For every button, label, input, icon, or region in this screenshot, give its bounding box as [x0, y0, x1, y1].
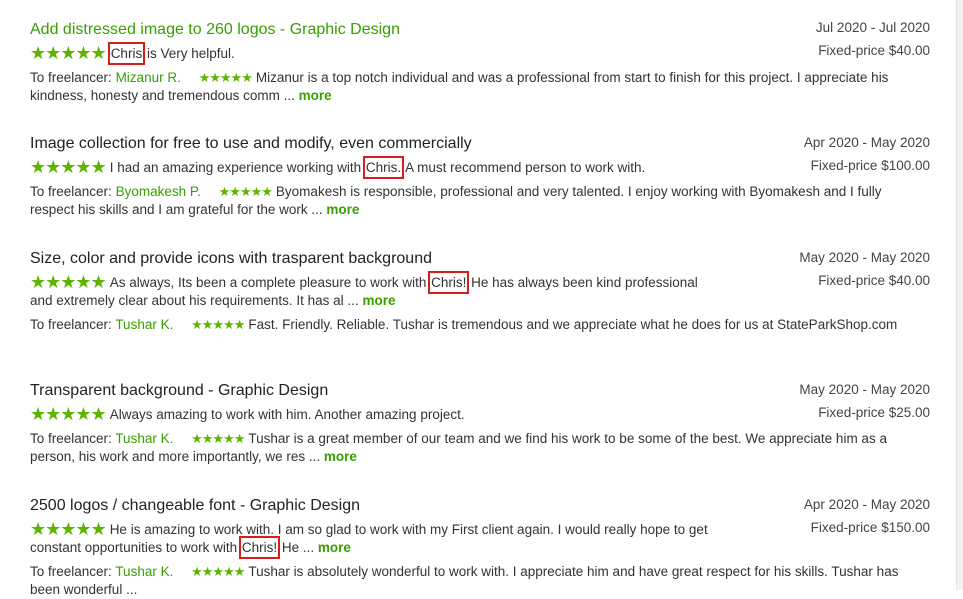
price: Fixed-price $40.00 — [818, 43, 930, 58]
rating-stars-icon: ★★★★★ — [191, 564, 245, 579]
job-meta: Apr 2020 - May 2020 Fixed-price $150.00 — [804, 493, 930, 539]
date-range: Jul 2020 - Jul 2020 — [815, 20, 930, 35]
freelancer-name-link[interactable]: Tushar K. — [115, 431, 173, 446]
client-review: ★★★★★ As always, Its been a complete plea… — [30, 271, 698, 308]
job-title-link[interactable]: Size, color and provide icons with trasp… — [30, 249, 930, 269]
freelancer-feedback: To freelancer: Tushar K. ★★★★★ Tushar is … — [30, 564, 899, 597]
more-link[interactable]: more — [318, 540, 351, 555]
rating-stars-icon: ★★★★★ — [30, 43, 107, 63]
more-link[interactable]: more — [362, 293, 395, 308]
rating-stars-icon: ★★★★★ — [30, 404, 107, 424]
price: Fixed-price $100.00 — [810, 158, 930, 173]
job-title-link[interactable]: Transparent background - Graphic Design — [30, 381, 930, 401]
more-link[interactable]: more — [326, 202, 359, 217]
scrollbar[interactable] — [956, 0, 963, 590]
job-item: 2500 logos / changeable font - Graphic D… — [30, 496, 930, 599]
highlighted-name: Chris! — [238, 536, 281, 559]
date-range: Apr 2020 - May 2020 — [803, 497, 930, 512]
freelancer-feedback: To freelancer: Mizanur R. ★★★★★ Mizanur i… — [30, 70, 889, 103]
freelancer-feedback: To freelancer: Byomakesh P. ★★★★★ Byomake… — [30, 184, 882, 217]
job-title-link[interactable]: 2500 logos / changeable font - Graphic D… — [30, 496, 930, 516]
rating-stars-icon: ★★★★★ — [218, 184, 273, 199]
freelancer-feedback: To freelancer: Tushar K. ★★★★★ Fast. Frie… — [30, 317, 898, 332]
client-review: ★★★★★ I had an amazing experience working… — [30, 156, 646, 179]
client-review: ★★★★★ Chris is Very helpful. — [30, 42, 235, 65]
rating-stars-icon: ★★★★★ — [198, 70, 253, 85]
rating-stars-icon: ★★★★★ — [30, 272, 107, 292]
job-item: Transparent background - Graphic Design … — [30, 381, 930, 466]
highlighted-name: Chris — [107, 42, 146, 65]
more-link[interactable]: more — [324, 449, 357, 464]
freelancer-name-link[interactable]: Mizanur R. — [116, 70, 181, 85]
client-review: ★★★★★ He is amazing to work with. I am so… — [30, 519, 708, 559]
rating-stars-icon: ★★★★★ — [30, 157, 107, 177]
rating-stars-icon: ★★★★★ — [191, 431, 245, 446]
job-title-link[interactable]: Image collection for free to use and mod… — [30, 134, 930, 154]
date-range: May 2020 - May 2020 — [799, 382, 930, 397]
job-item: Size, color and provide icons with trasp… — [30, 249, 930, 334]
job-meta: Apr 2020 - May 2020 Fixed-price $100.00 — [804, 131, 930, 177]
rating-stars-icon: ★★★★★ — [191, 317, 245, 332]
freelancer-name-link[interactable]: Byomakesh P. — [116, 184, 201, 199]
job-item: Image collection for free to use and mod… — [30, 134, 930, 219]
date-range: Apr 2020 - May 2020 — [803, 135, 930, 150]
highlighted-name: Chris! — [428, 271, 470, 294]
price: Fixed-price $150.00 — [810, 520, 930, 535]
rating-stars-icon: ★★★★★ — [30, 519, 107, 539]
job-item: Add distressed image to 260 logos - Grap… — [30, 20, 930, 105]
client-review: ★★★★★ Always amazing to work with him. An… — [30, 404, 465, 424]
more-link[interactable]: more — [299, 88, 332, 103]
freelancer-feedback: To freelancer: Tushar K. ★★★★★ Tushar is … — [30, 431, 887, 464]
job-meta: May 2020 - May 2020 Fixed-price $40.00 — [799, 246, 930, 292]
price: Fixed-price $25.00 — [818, 405, 930, 420]
price: Fixed-price $40.00 — [818, 273, 930, 288]
date-range: May 2020 - May 2020 — [799, 250, 930, 265]
freelancer-name-link[interactable]: Tushar K. — [115, 317, 173, 332]
job-title-link[interactable]: Add distressed image to 260 logos - Grap… — [30, 20, 930, 40]
freelancer-name-link[interactable]: Tushar K. — [115, 564, 173, 579]
highlighted-name: Chris. — [362, 156, 405, 179]
job-meta: May 2020 - May 2020 Fixed-price $25.00 — [799, 378, 930, 424]
job-meta: Jul 2020 - Jul 2020 Fixed-price $40.00 — [816, 16, 930, 62]
